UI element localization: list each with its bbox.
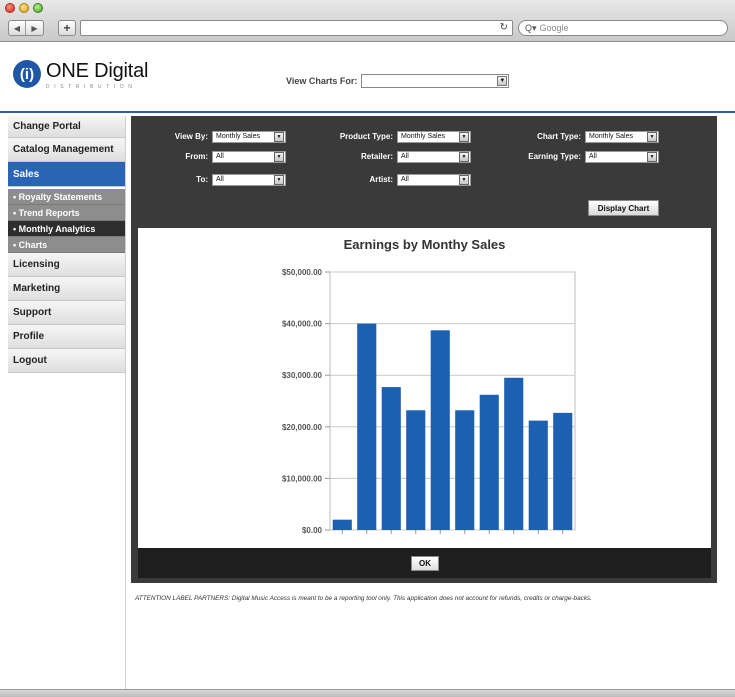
- chart-bar: [381, 387, 401, 530]
- chart-bar: [528, 420, 548, 530]
- chart-bar: [553, 412, 573, 530]
- chart-bar: [479, 394, 499, 530]
- sidebar-item-support[interactable]: Support: [8, 301, 125, 325]
- dropdown-arrow-icon: ▼: [497, 76, 508, 86]
- chart-footer: OK: [138, 548, 711, 578]
- view-charts-label: View Charts For:: [286, 76, 358, 86]
- chart-bar: [357, 323, 377, 530]
- dropdown-arrow-icon: ▼: [647, 131, 657, 142]
- retailer-select[interactable]: All ▼: [397, 150, 471, 163]
- dropdown-arrow-icon: ▼: [459, 151, 469, 162]
- from-filter: From: All ▼: [131, 150, 286, 163]
- search-placeholder: Google: [539, 23, 569, 33]
- sidebar: Change Portal Catalog Management Sales •…: [8, 116, 126, 690]
- bar-chart: $0.00 $10,000.00 $20,000.00 $30,000.00 $40,0…: [282, 268, 576, 535]
- y-tick-label: $10,000.00: [282, 474, 323, 483]
- view-charts-for: View Charts For: ▼: [286, 74, 510, 88]
- view-by-select[interactable]: Monthly Sales ▼: [212, 130, 286, 143]
- logo-title: ONE Digital: [46, 60, 149, 82]
- search-icon: Q▾: [525, 22, 537, 33]
- dropdown-arrow-icon: ▼: [459, 174, 469, 185]
- browser-toolbar: ◀ ▶ + ↻ Q▾ Google: [0, 0, 735, 42]
- product-type-filter: Product Type: Monthly Sales ▼: [281, 130, 471, 143]
- artist-filter: Artist: All ▼: [281, 173, 471, 186]
- browser-search-input[interactable]: Q▾ Google: [518, 20, 728, 36]
- sidebar-item-logout[interactable]: Logout: [8, 349, 125, 373]
- sidebar-item-sales[interactable]: Sales: [8, 162, 125, 187]
- y-tick-label: $30,000.00: [282, 371, 323, 380]
- zoom-window-button[interactable]: [33, 3, 43, 13]
- sidebar-subitem-charts[interactable]: • Charts: [8, 237, 125, 253]
- sidebar-subitem-monthly-analytics[interactable]: • Monthly Analytics: [8, 221, 125, 237]
- add-bookmark-button[interactable]: +: [58, 20, 76, 36]
- back-button[interactable]: ◀: [9, 21, 26, 35]
- close-window-button[interactable]: [5, 3, 15, 13]
- display-chart-button[interactable]: Display Chart: [588, 200, 659, 216]
- artist-select[interactable]: All ▼: [397, 173, 471, 186]
- chart-type-filter: Chart Type: Monthly Sales ▼: [471, 130, 659, 143]
- to-select[interactable]: All ▼: [212, 173, 286, 186]
- attention-notice: ATTENTION LABEL PARTNERS: Digital Music …: [135, 595, 593, 602]
- earning-type-filter: Earning Type: All ▼: [471, 150, 659, 163]
- window-bottom-edge: [0, 689, 735, 697]
- url-input[interactable]: ↻: [80, 20, 513, 36]
- y-tick-label: $50,000.00: [282, 268, 323, 277]
- forward-button[interactable]: ▶: [26, 21, 43, 35]
- y-tick-label: $40,000.00: [282, 320, 323, 329]
- chart-area: Earnings by Monthy Sales $0.00 $10,000.00…: [138, 228, 711, 548]
- filter-form: View By: Monthly Sales ▼ From: All ▼ To:…: [131, 116, 717, 226]
- logo[interactable]: (i) ONE Digital DISTRIBUTION: [13, 60, 148, 90]
- chart-bar: [430, 330, 450, 530]
- chart-bar: [455, 410, 475, 530]
- earning-type-select[interactable]: All ▼: [585, 150, 659, 163]
- sidebar-subitem-royalty-statements[interactable]: • Royalty Statements: [8, 189, 125, 205]
- logo-subtitle: DISTRIBUTION: [46, 84, 137, 90]
- reload-icon[interactable]: ↻: [500, 22, 508, 33]
- history-nav: ◀ ▶: [8, 20, 44, 36]
- to-filter: To: All ▼: [131, 173, 286, 186]
- chart-panel: View By: Monthly Sales ▼ From: All ▼ To:…: [131, 116, 717, 583]
- view-by-filter: View By: Monthly Sales ▼: [131, 130, 286, 143]
- from-select[interactable]: All ▼: [212, 150, 286, 163]
- y-tick-label: $20,000.00: [282, 423, 323, 432]
- page-header: (i) ONE Digital DISTRIBUTION View Charts…: [0, 43, 735, 113]
- ok-button[interactable]: OK: [411, 556, 439, 571]
- chart-bar: [504, 377, 524, 530]
- sidebar-item-profile[interactable]: Profile: [8, 325, 125, 349]
- sidebar-item-change-portal[interactable]: Change Portal: [8, 116, 125, 138]
- sidebar-item-catalog-management[interactable]: Catalog Management: [8, 138, 125, 162]
- sidebar-item-marketing[interactable]: Marketing: [8, 277, 125, 301]
- chart-type-select[interactable]: Monthly Sales ▼: [585, 130, 659, 143]
- chart-bar: [332, 519, 352, 530]
- view-charts-select[interactable]: ▼: [361, 74, 510, 88]
- product-type-select[interactable]: Monthly Sales ▼: [397, 130, 471, 143]
- logo-icon: (i): [13, 60, 41, 88]
- chart-bar: [406, 410, 426, 530]
- y-tick-label: $0.00: [302, 526, 323, 535]
- dropdown-arrow-icon: ▼: [459, 131, 469, 142]
- dropdown-arrow-icon: ▼: [647, 151, 657, 162]
- retailer-filter: Retailer: All ▼: [281, 150, 471, 163]
- sidebar-item-licensing[interactable]: Licensing: [8, 253, 125, 277]
- minimize-window-button[interactable]: [19, 3, 29, 13]
- sidebar-subitem-trend-reports[interactable]: • Trend Reports: [8, 205, 125, 221]
